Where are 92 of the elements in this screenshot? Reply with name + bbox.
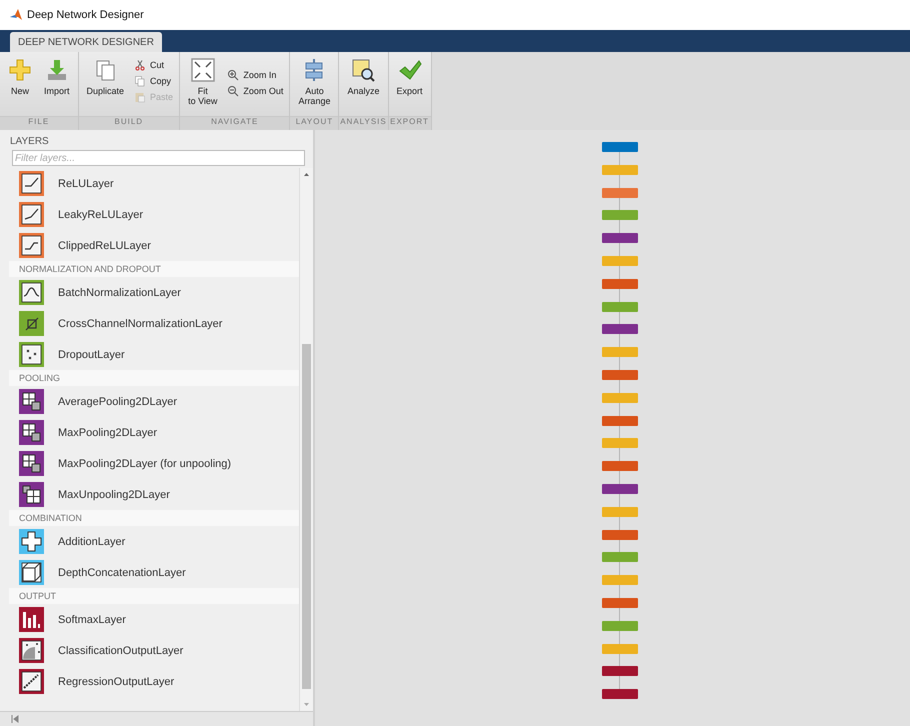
layer-node[interactable] <box>602 416 638 426</box>
layer-node[interactable] <box>602 644 638 654</box>
fit-icon <box>190 58 215 82</box>
group-label: BUILD <box>78 116 180 130</box>
app-logo-icon <box>10 9 22 21</box>
ramp-graph-icon <box>19 233 44 258</box>
layer-item[interactable]: ClippedReLULayer <box>9 230 299 261</box>
layer-node[interactable] <box>602 689 638 700</box>
section-header: NORMALIZATION AND DROPOUT <box>9 261 299 277</box>
layer-item[interactable]: AveragePooling2DLayer <box>9 386 299 417</box>
layer-item[interactable]: MaxPooling2DLayer (for unpooling) <box>9 448 299 479</box>
group-label: FILE <box>0 116 78 130</box>
grid-square-icon <box>19 451 44 476</box>
scroll-left-end-icon[interactable] <box>10 714 20 724</box>
layer-node[interactable] <box>602 506 638 517</box>
layer-node[interactable] <box>602 347 638 358</box>
toolbar-button[interactable]: Duplicate <box>82 56 128 98</box>
paste-icon <box>134 91 146 103</box>
plus-icon <box>19 529 44 554</box>
scattered-x-icon <box>19 342 44 367</box>
group-label: EXPORT <box>388 116 431 130</box>
layer-node[interactable] <box>602 210 638 220</box>
grid-square-icon <box>19 389 44 414</box>
toolbar-button[interactable]: Export <box>392 56 427 98</box>
layer-item[interactable]: CrossChannelNormalizationLayer <box>9 308 299 339</box>
toolbar-button[interactable]: Auto Arrange <box>294 56 334 108</box>
ramp-graph-icon <box>19 202 44 227</box>
grid-square-icon <box>19 420 44 445</box>
zoom-in-icon <box>227 69 240 81</box>
section-header: OUTPUT <box>9 588 299 604</box>
filter-field[interactable]: Filter layers... <box>12 150 305 166</box>
layer-node[interactable] <box>602 666 638 676</box>
layer-node[interactable] <box>602 370 638 380</box>
layer-node[interactable] <box>602 324 638 334</box>
layer-node[interactable] <box>602 302 638 312</box>
window-title: Deep Network Designer <box>27 9 144 21</box>
plus-icon <box>8 58 32 82</box>
layer-node[interactable] <box>602 233 638 244</box>
layer-node[interactable] <box>602 552 638 562</box>
toolbar-button[interactable]: Import <box>40 56 74 98</box>
layer-node[interactable] <box>602 278 638 289</box>
copy-icon <box>134 75 146 87</box>
dotted-grid-icon <box>19 638 44 663</box>
bell-curve-icon <box>19 280 44 305</box>
layer-item[interactable]: SoftmaxLayer <box>9 604 299 635</box>
layer-item[interactable]: ClassificationOutputLayer <box>9 635 299 666</box>
toolbar-button[interactable]: Copy <box>132 74 176 88</box>
toolbar-button[interactable]: Cut <box>132 58 176 72</box>
section-header: POOLING <box>9 370 299 386</box>
diagonal-line-icon <box>19 669 44 694</box>
panel-title: LAYERS <box>9 135 50 149</box>
toolbar-button[interactable]: Zoom Out <box>225 84 286 98</box>
toolstrip-tab[interactable]: DEEP NETWORK DESIGNER <box>10 32 162 52</box>
layer-node[interactable] <box>602 530 638 540</box>
ramp-graph-icon <box>19 171 44 196</box>
layer-item[interactable]: AdditionLayer <box>9 526 299 557</box>
layer-node[interactable] <box>602 188 638 198</box>
section-header: COMBINATION <box>9 510 299 526</box>
layer-node[interactable] <box>602 142 638 152</box>
scroll-thumb[interactable] <box>302 344 311 689</box>
layer-item[interactable]: DropoutLayer <box>9 339 299 370</box>
layer-node[interactable] <box>602 256 638 266</box>
checkmark-icon <box>398 58 422 82</box>
layer-node[interactable] <box>602 164 638 175</box>
layer-node[interactable] <box>602 438 638 448</box>
group-label: ANALYSIS <box>339 116 388 130</box>
layer-item[interactable]: MaxUnpooling2DLayer <box>9 479 299 510</box>
layer-item[interactable]: LeakyReLULayer <box>9 199 299 230</box>
layer-item[interactable]: MaxPooling2DLayer <box>9 417 299 448</box>
layer-node[interactable] <box>602 575 638 586</box>
toolbar-button[interactable]: Zoom In <box>225 68 286 82</box>
bar-chart-icon <box>19 607 44 632</box>
grid-square-icon <box>19 482 44 507</box>
toolbar-button[interactable]: Analyze <box>343 56 384 98</box>
toolbar-button[interactable]: Fit to View <box>184 56 222 108</box>
layer-node[interactable] <box>602 598 638 608</box>
layer-item[interactable]: RegressionOutputLayer <box>9 666 299 697</box>
layer-item[interactable]: BatchNormalizationLayer <box>9 277 299 308</box>
layer-node[interactable] <box>602 392 638 403</box>
layer-item[interactable]: ReLULayer <box>9 168 299 199</box>
layer-node[interactable] <box>602 620 638 631</box>
layer-node[interactable] <box>602 484 638 494</box>
group-label: NAVIGATE <box>180 116 290 130</box>
layer-node[interactable] <box>602 461 638 472</box>
scrollbar[interactable] <box>299 168 313 711</box>
group-label: LAYOUT <box>290 116 338 130</box>
scissors-icon <box>134 59 146 71</box>
zoom-out-icon <box>227 85 240 97</box>
layer-item[interactable]: DepthConcatenationLayer <box>9 557 299 588</box>
cube-icon <box>19 560 44 585</box>
toolbar-button[interactable]: New <box>4 56 36 98</box>
magnifier-grid-icon <box>351 58 376 82</box>
